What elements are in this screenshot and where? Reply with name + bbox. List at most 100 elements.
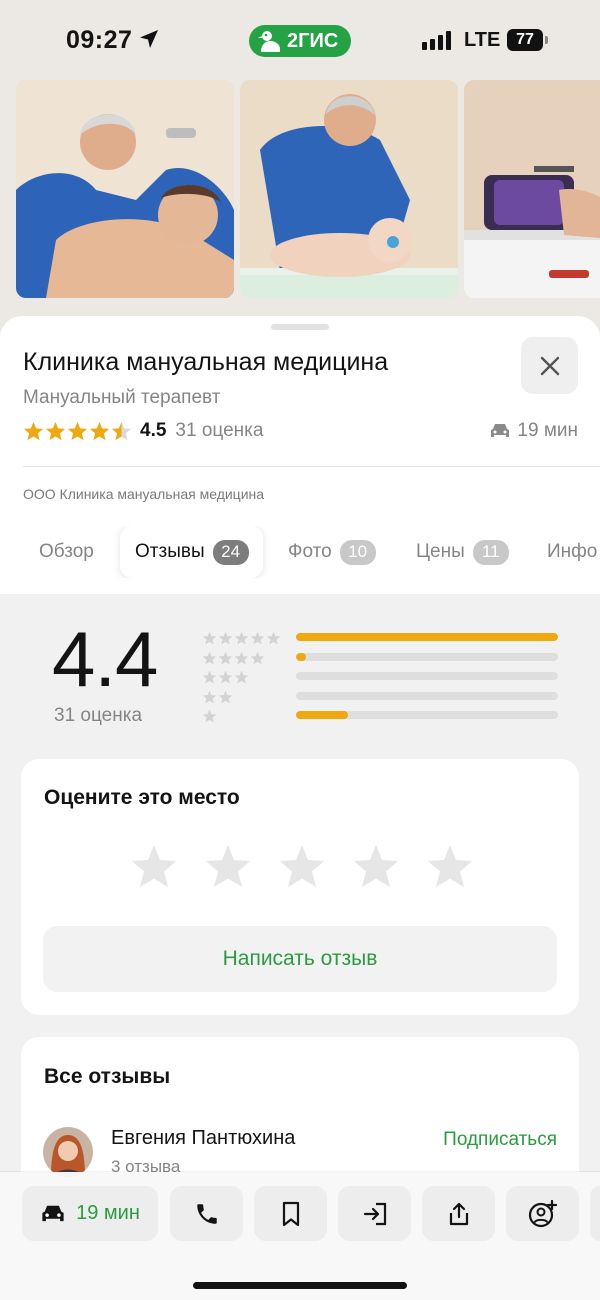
drag-handle[interactable] [271, 324, 329, 330]
star-icon [23, 421, 44, 441]
more-button-partial[interactable] [590, 1186, 600, 1241]
small-star-icon [234, 631, 249, 645]
brand-badge: 2ГИС [249, 25, 351, 57]
small-star-icon [266, 631, 281, 645]
rate-star-1-icon[interactable] [130, 843, 178, 889]
status-bar: 09:27 2ГИС LTE 77 [0, 0, 600, 80]
photo-gallery[interactable] [16, 80, 600, 298]
rating-count[interactable]: 31 оценка [175, 420, 263, 442]
bookmark-button[interactable] [254, 1186, 327, 1241]
drive-time-label: 19 мин [517, 420, 578, 441]
average-score: 4.4 [52, 615, 158, 703]
distribution-bar [296, 652, 558, 661]
small-star-icon [218, 631, 233, 645]
network-type: LTE [464, 29, 501, 51]
small-star-icon [202, 631, 217, 645]
tab-label: Обзор [39, 541, 94, 562]
half-star-icon [111, 421, 132, 441]
rate-star-5-icon[interactable] [426, 843, 474, 889]
header-area: 09:27 2ГИС LTE 77 [0, 0, 600, 330]
car-icon [42, 1205, 64, 1221]
star-icon [89, 421, 110, 441]
place-title: Клиника мануальная медицина [23, 348, 389, 376]
status-time: 09:27 [66, 26, 133, 54]
route-button[interactable]: 19 мин [22, 1186, 158, 1241]
phone-icon [196, 1203, 217, 1224]
add-friend-button[interactable] [506, 1186, 579, 1241]
tab-reviews[interactable]: Отзывы 24 [120, 526, 263, 578]
distribution-stars [202, 670, 249, 684]
signal-icon [422, 30, 451, 50]
small-star-icon [250, 631, 265, 645]
rate-star-3-icon[interactable] [278, 843, 326, 889]
small-star-icon [250, 651, 265, 664]
rate-star-4-icon[interactable] [352, 843, 400, 889]
call-button[interactable] [170, 1186, 243, 1241]
small-star-icon [218, 651, 233, 664]
distribution-row-5 [202, 631, 558, 645]
score-count: 31 оценка [54, 705, 143, 726]
distribution-bar [296, 711, 558, 719]
rate-star-2-icon[interactable] [204, 843, 252, 889]
bookmark-icon [282, 1201, 299, 1226]
tab-overview[interactable]: Обзор [39, 526, 94, 578]
close-button[interactable] [521, 337, 578, 394]
home-indicator [193, 1282, 407, 1289]
entrance-button[interactable] [338, 1186, 411, 1241]
tab-count-badge: 10 [339, 539, 376, 565]
subscribe-button[interactable]: Подписаться [443, 1129, 557, 1151]
tab-label: Цены [416, 541, 465, 562]
rating-value: 4.5 [140, 420, 167, 441]
rating-stars [23, 421, 132, 441]
tab-prices[interactable]: Цены 11 [416, 526, 509, 578]
gallery-photo[interactable] [464, 80, 600, 298]
star-icon [67, 421, 88, 441]
tab-label: Отзывы [135, 541, 205, 562]
write-review-button[interactable]: Написать отзыв [43, 926, 557, 992]
small-star-icon [218, 690, 233, 703]
tab-label: Инфо [547, 541, 598, 562]
rate-stars [130, 843, 474, 889]
organization-name[interactable]: ООО Клиника мануальная медицина [23, 486, 264, 502]
share-button[interactable] [422, 1186, 495, 1241]
brand-name: 2ГИС [287, 29, 339, 52]
tab-label: Фото [288, 541, 332, 562]
distribution-bar-fill [296, 652, 307, 661]
rate-place-card: Оцените это место Написать отзыв [21, 759, 579, 1015]
route-time-label: 19 мин [76, 1202, 140, 1224]
distribution-bar [296, 691, 558, 700]
distribution-bar [296, 633, 558, 641]
small-star-icon [234, 670, 249, 684]
location-arrow-icon [140, 30, 158, 48]
distribution-bar-fill [296, 633, 558, 641]
gallery-photo[interactable] [16, 80, 234, 298]
reviews-card-title: Все отзывы [44, 1065, 171, 1088]
divider [23, 466, 600, 467]
share-icon [449, 1202, 468, 1225]
star-icon [45, 421, 66, 441]
distribution-bar [296, 672, 558, 680]
distribution-row-2 [202, 690, 558, 704]
distribution-stars [202, 631, 281, 645]
tab-info[interactable]: Инфо [547, 526, 597, 578]
drive-time[interactable]: 19 мин [489, 420, 578, 442]
enter-icon [363, 1202, 386, 1225]
small-star-icon [202, 670, 217, 684]
avatar[interactable] [43, 1127, 93, 1177]
reviewer-name[interactable]: Евгения Пантюхина [111, 1127, 295, 1150]
small-star-icon [202, 690, 217, 703]
distribution-bar-fill [296, 711, 349, 719]
distribution-row-3 [202, 670, 558, 684]
tab-photos[interactable]: Фото 10 [288, 526, 376, 578]
tab-count-badge: 11 [472, 539, 509, 565]
rate-card-title: Оцените это место [44, 786, 240, 809]
small-star-icon [218, 670, 233, 684]
car-icon [491, 424, 510, 437]
place-card: Клиника мануальная медицина Мануальный т… [0, 316, 600, 594]
distribution-stars [202, 709, 217, 723]
small-star-icon [202, 651, 217, 664]
distribution-stars [202, 651, 265, 665]
bottom-action-bar: 19 мин [0, 1172, 600, 1300]
tab-count-badge: 24 [212, 539, 249, 565]
gallery-photo[interactable] [240, 80, 458, 298]
